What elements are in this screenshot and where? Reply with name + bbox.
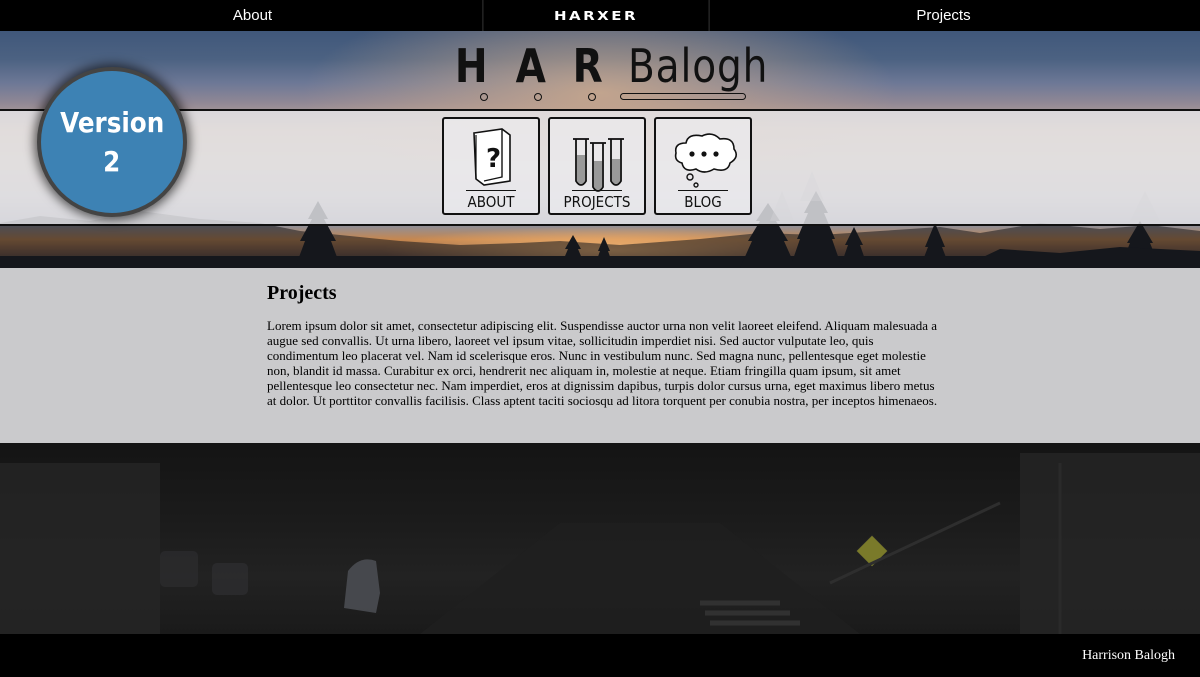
version-badge: Version 2 [37,67,187,217]
section-heading: Projects [267,282,337,304]
logo-initial-h: H [454,39,488,93]
projects-card[interactable]: PROJECTS [548,117,646,215]
top-nav: About HARXER Projects [0,0,1200,31]
section-body-text: Lorem ipsum dolor sit amet, consectetur … [267,318,938,408]
about-card-label: ABOUT [467,193,515,211]
nav-about-link[interactable]: About [0,7,505,24]
logo-dot [588,93,596,101]
logo-initial-r: R [572,39,603,93]
logo-surname: Balogh [627,39,768,93]
version-badge-label: Version [59,106,165,139]
card-rule [466,190,516,191]
logo-wordmark: H A R Balogh [452,39,793,93]
about-card[interactable]: ? ABOUT [442,117,540,215]
card-rule [572,190,622,191]
footer-credit: Harrison Balogh [1082,648,1175,663]
projects-card-label: PROJECTS [563,193,631,211]
card-rule [678,190,728,191]
svg-text:?: ? [486,144,501,174]
logo-dot [480,93,488,101]
nav-projects-link[interactable]: Projects [687,7,1200,24]
version-badge-number: 2 [103,145,121,178]
street-scene [0,453,1200,634]
logo-dot [534,93,542,101]
section-cards: ? ABOUT PROJECTS BLOG [442,117,752,215]
content-section: Projects Lorem ipsum dolor sit amet, con… [0,268,1200,443]
content-inner: Projects Lorem ipsum dolor sit amet, con… [267,282,939,408]
street-background [0,443,1200,634]
logo-initial-a: A [515,39,546,93]
blog-card-label: BLOG [684,193,722,211]
footer: Harrison Balogh [0,634,1200,677]
blog-card[interactable]: BLOG [654,117,752,215]
site-logo[interactable]: H A R Balogh [452,35,767,105]
brand-logo[interactable]: HARXER [482,0,710,31]
logo-underline [620,93,746,100]
